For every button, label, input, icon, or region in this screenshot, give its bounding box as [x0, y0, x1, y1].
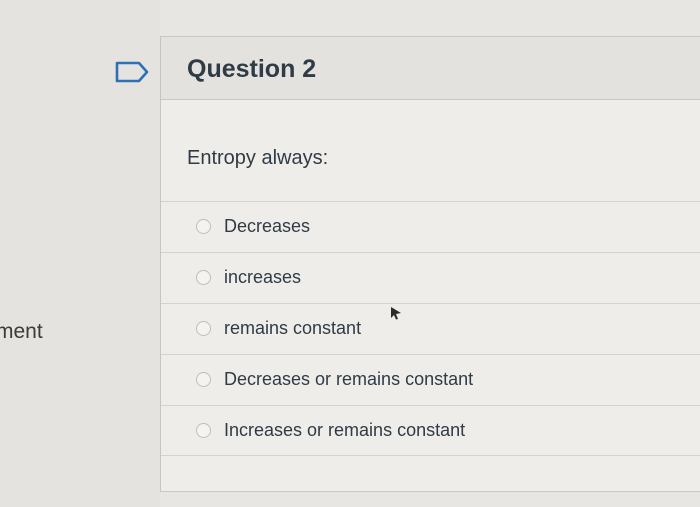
radio-button[interactable] [196, 423, 211, 438]
question-prompt: Entropy always: [187, 147, 329, 169]
answer-label[interactable]: Decreases or remains constant [224, 369, 473, 390]
answer-list: Decreases increases remains constant Dec… [161, 201, 700, 456]
answer-option-1[interactable]: Decreases [161, 201, 700, 252]
answer-option-4[interactable]: Decreases or remains constant [161, 354, 700, 405]
radio-button[interactable] [196, 372, 211, 387]
mouse-cursor-icon [391, 307, 401, 320]
radio-button[interactable] [196, 270, 211, 285]
answer-option-2[interactable]: increases [161, 252, 700, 303]
answer-label[interactable]: remains constant [224, 318, 361, 339]
radio-button[interactable] [196, 219, 211, 234]
radio-button[interactable] [196, 321, 211, 336]
answer-option-5[interactable]: Increases or remains constant [161, 405, 700, 456]
sidebar-partial-label: ment [0, 320, 43, 343]
answer-option-3[interactable]: remains constant [161, 303, 700, 354]
question-header: Question 2 [161, 37, 700, 100]
answer-label[interactable]: Increases or remains constant [224, 420, 465, 441]
answer-label[interactable]: increases [224, 267, 301, 288]
answer-label[interactable]: Decreases [224, 216, 310, 237]
question-title: Question 2 [187, 55, 317, 83]
question-card: Question 2 Entropy always: Decreases inc… [160, 36, 700, 492]
flag-question-icon[interactable] [115, 61, 151, 83]
